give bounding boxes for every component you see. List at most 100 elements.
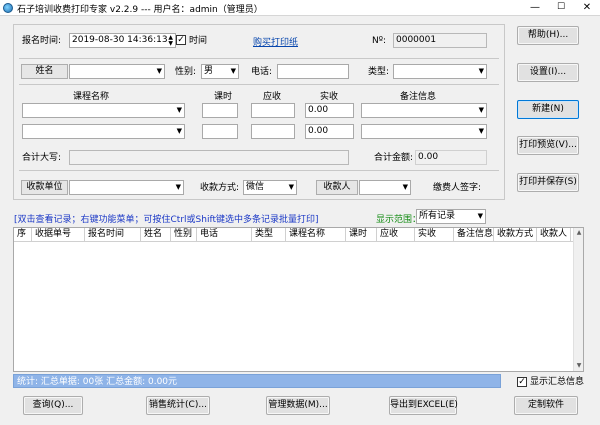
- chevron-down-icon[interactable]: ▼: [157, 65, 162, 78]
- chevron-down-icon[interactable]: ▼: [478, 210, 483, 223]
- manage-data-button[interactable]: 管理数据(M)...: [266, 396, 330, 415]
- chevron-down-icon[interactable]: ▼: [403, 181, 408, 194]
- chevron-down-icon[interactable]: ▼: [231, 65, 236, 78]
- pay-method-label: 收款方式:: [200, 183, 240, 193]
- column-header[interactable]: 课时: [346, 228, 377, 241]
- type-select[interactable]: ▼: [393, 64, 487, 79]
- chevron-down-icon[interactable]: ▼: [479, 65, 484, 78]
- column-header[interactable]: 收款人: [537, 228, 571, 241]
- minimize-icon[interactable]: —: [522, 0, 548, 16]
- print-save-button[interactable]: 打印并保存(S): [517, 173, 579, 192]
- new-button[interactable]: 新建(N): [517, 100, 579, 119]
- signup-time-value: 2019-08-30 14:36:13: [72, 35, 168, 45]
- name-combo[interactable]: ▼: [69, 64, 165, 79]
- help-button[interactable]: 帮助(H)...: [517, 26, 579, 45]
- total-caps-label: 合计大写:: [22, 153, 62, 163]
- maximize-icon[interactable]: ☐: [548, 0, 574, 16]
- close-icon[interactable]: ✕: [574, 0, 600, 16]
- chevron-down-icon[interactable]: ▼: [289, 181, 294, 194]
- phone-label: 电话:: [251, 67, 273, 77]
- pay-method-value: 微信: [246, 182, 265, 192]
- chevron-down-icon[interactable]: ▼: [479, 125, 484, 138]
- export-excel-button[interactable]: 导出到EXCEL(E): [389, 396, 458, 415]
- signup-time-label: 报名时间:: [22, 36, 62, 46]
- column-header[interactable]: 报名时间: [85, 228, 141, 241]
- column-header[interactable]: 备注信息: [454, 228, 494, 241]
- unit-button[interactable]: 收款单位: [21, 180, 68, 195]
- print-preview-button[interactable]: 打印预览(V)...: [517, 136, 579, 155]
- grid-scrollbar[interactable]: ▲ ▼: [573, 228, 583, 371]
- time-checkbox[interactable]: ✓: [176, 35, 186, 45]
- show-summary-checkbox[interactable]: ✓: [517, 377, 527, 387]
- column-header[interactable]: 应收: [377, 228, 415, 241]
- scroll-up-icon[interactable]: ▲: [574, 228, 584, 238]
- hours-input-2[interactable]: [202, 124, 238, 139]
- grid-header: 序 收据单号 报名时间 姓名 性别 电话 类型 课程名称 课时 应收 实收 备注…: [14, 228, 574, 242]
- due-input-2[interactable]: [251, 124, 295, 139]
- column-header[interactable]: 课程名称: [286, 228, 346, 241]
- summary-text: 统计: 汇总单据: 00张 汇总金额: 0.00元: [17, 377, 178, 387]
- usage-hint: [双击查看记录；右键功能菜单；可按住Ctrl或Shift键选中多条记录批量打印]: [14, 215, 319, 225]
- column-header[interactable]: 电话: [197, 228, 252, 241]
- total-caps-field: [69, 150, 349, 165]
- chevron-down-icon[interactable]: ▼: [176, 181, 181, 194]
- form-divider: [19, 58, 499, 59]
- paid-header: 实收: [320, 92, 339, 102]
- form-divider: [19, 170, 499, 171]
- hours-header: 课时: [214, 92, 233, 102]
- column-header[interactable]: 类型: [252, 228, 286, 241]
- column-header[interactable]: 收款方式: [494, 228, 537, 241]
- paid-input-2[interactable]: 0.00: [305, 124, 354, 139]
- display-range-label: 显示范围：: [376, 215, 422, 225]
- name-button[interactable]: 姓名: [21, 64, 68, 79]
- column-header[interactable]: 收据单号: [32, 228, 85, 241]
- remark-select-1[interactable]: ▼: [361, 103, 487, 118]
- time-checkbox-label: 时间: [189, 36, 208, 46]
- column-header[interactable]: 姓名: [141, 228, 171, 241]
- column-header[interactable]: 实收: [415, 228, 454, 241]
- chevron-down-icon[interactable]: ▼: [177, 104, 182, 117]
- title-bar: 石子培训收费打印专家 v2.2.9 --- 用户名：admin（管理员） — ☐…: [0, 0, 600, 16]
- buy-paper-link[interactable]: 购买打印纸: [253, 35, 298, 48]
- custom-software-button[interactable]: 定制软件: [514, 396, 578, 415]
- scroll-down-icon[interactable]: ▼: [574, 361, 584, 371]
- window-title: 石子培训收费打印专家 v2.2.9 --- 用户名：admin（管理员）: [17, 5, 263, 15]
- settings-button[interactable]: 设置(I)...: [517, 63, 579, 82]
- payee-button[interactable]: 收款人: [316, 180, 358, 195]
- course-header: 课程名称: [73, 92, 110, 102]
- signup-time-picker[interactable]: 2019-08-30 14:36:13 ▲ ▼: [69, 33, 176, 48]
- query-button[interactable]: 查询(Q)...: [23, 396, 83, 415]
- chevron-down-icon[interactable]: ▼: [177, 125, 182, 138]
- type-label: 类型:: [368, 67, 390, 77]
- total-amount-label: 合计金额:: [374, 153, 414, 163]
- unit-combo[interactable]: ▼: [69, 180, 184, 195]
- payer-sign-label: 缴费人签字:: [433, 183, 482, 193]
- records-grid[interactable]: 序 收据单号 报名时间 姓名 性别 电话 类型 课程名称 课时 应收 实收 备注…: [13, 227, 584, 372]
- due-input-1[interactable]: [251, 103, 295, 118]
- receipt-no-field: 0000001: [393, 33, 487, 48]
- course-select-1[interactable]: ▼: [22, 103, 185, 118]
- due-header: 应收: [263, 92, 282, 102]
- hours-input-1[interactable]: [202, 103, 238, 118]
- receipt-no-label: Nº:: [372, 36, 387, 46]
- spin-down-icon[interactable]: ▼: [168, 41, 173, 47]
- column-header[interactable]: 序: [14, 228, 32, 241]
- remark-header: 备注信息: [400, 92, 437, 102]
- total-amount-field: 0.00: [415, 150, 487, 165]
- gender-label: 性别:: [175, 67, 197, 77]
- app-globe-icon: [3, 3, 13, 13]
- phone-input[interactable]: [277, 64, 349, 79]
- remark-select-2[interactable]: ▼: [361, 124, 487, 139]
- gender-select[interactable]: 男 ▼: [201, 64, 239, 79]
- course-select-2[interactable]: ▼: [22, 124, 185, 139]
- display-range-value: 所有记录: [419, 211, 456, 221]
- chevron-down-icon[interactable]: ▼: [479, 104, 484, 117]
- pay-method-select[interactable]: 微信 ▼: [243, 180, 297, 195]
- sales-stats-button[interactable]: 销售统计(C)...: [146, 396, 210, 415]
- summary-bar: 统计: 汇总单据: 00张 汇总金额: 0.00元: [13, 374, 501, 388]
- payee-combo[interactable]: ▼: [359, 180, 411, 195]
- form-divider: [19, 84, 499, 85]
- display-range-select[interactable]: 所有记录 ▼: [416, 209, 486, 224]
- column-header[interactable]: 性别: [171, 228, 197, 241]
- paid-input-1[interactable]: 0.00: [305, 103, 354, 118]
